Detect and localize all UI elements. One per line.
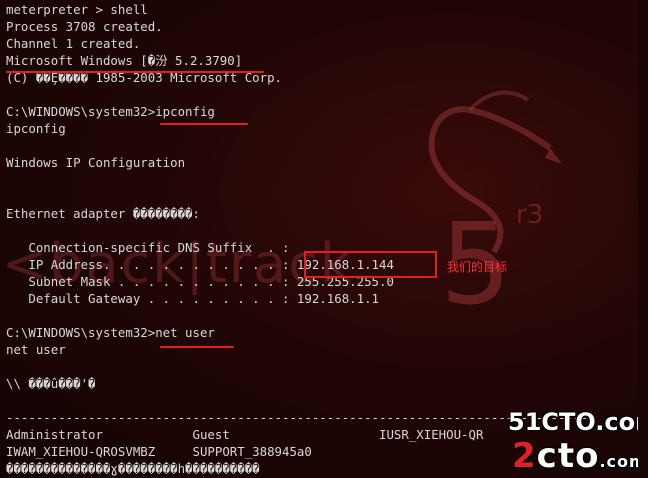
highlight-underline <box>160 123 248 125</box>
terminal-line: ipconfig <box>6 121 66 136</box>
terminal-line: IWAM_XIEHOU-QROSVMBZ SUPPORT_388945a0 <box>6 444 312 459</box>
terminal-window[interactable]: <back|track 5 r3 meterpreter > shell Pro… <box>0 0 648 478</box>
highlight-underline <box>6 71 264 73</box>
terminal-line: Connection-specific DNS Suffix . : <box>6 240 290 255</box>
site-logo: 51CTO.com <box>508 408 648 436</box>
terminal-line: net user <box>6 342 66 357</box>
terminal-line: meterpreter > shell <box>6 2 148 17</box>
terminal-line: Process 3708 created. <box>6 19 163 34</box>
logo-part: cto <box>536 436 600 476</box>
terminal-line: Administrator Guest IUSR_XIEHOU-QR <box>6 427 484 442</box>
terminal-line: C:\WINDOWS\system32>ipconfig <box>6 104 215 119</box>
terminal-line: Windows IP Configuration <box>6 155 186 170</box>
terminal-line: ��������������ɣ��������һ���������� <box>6 461 260 476</box>
target-annotation: 我们的目标 <box>447 260 508 274</box>
terminal-line: C:\WINDOWS\system32>net user <box>6 325 215 340</box>
terminal-line: \\ ���û���'� <box>6 376 96 391</box>
terminal-line: Microsoft Windows [�汾 5.2.3790] <box>6 53 243 68</box>
site-logo-2: 2cto.com <box>512 436 647 476</box>
terminal-line: Channel 1 created. <box>6 36 141 51</box>
logo-part: 2 <box>512 436 537 476</box>
terminal-line: Ethernet adapter ��������: <box>6 206 200 221</box>
dragon-icon <box>428 90 562 254</box>
ip-highlight-box <box>304 251 437 278</box>
scrollbar[interactable] <box>638 0 648 478</box>
highlight-underline <box>160 346 234 348</box>
terminal-line: Default Gateway . . . . . . . . . : 192.… <box>6 291 379 306</box>
